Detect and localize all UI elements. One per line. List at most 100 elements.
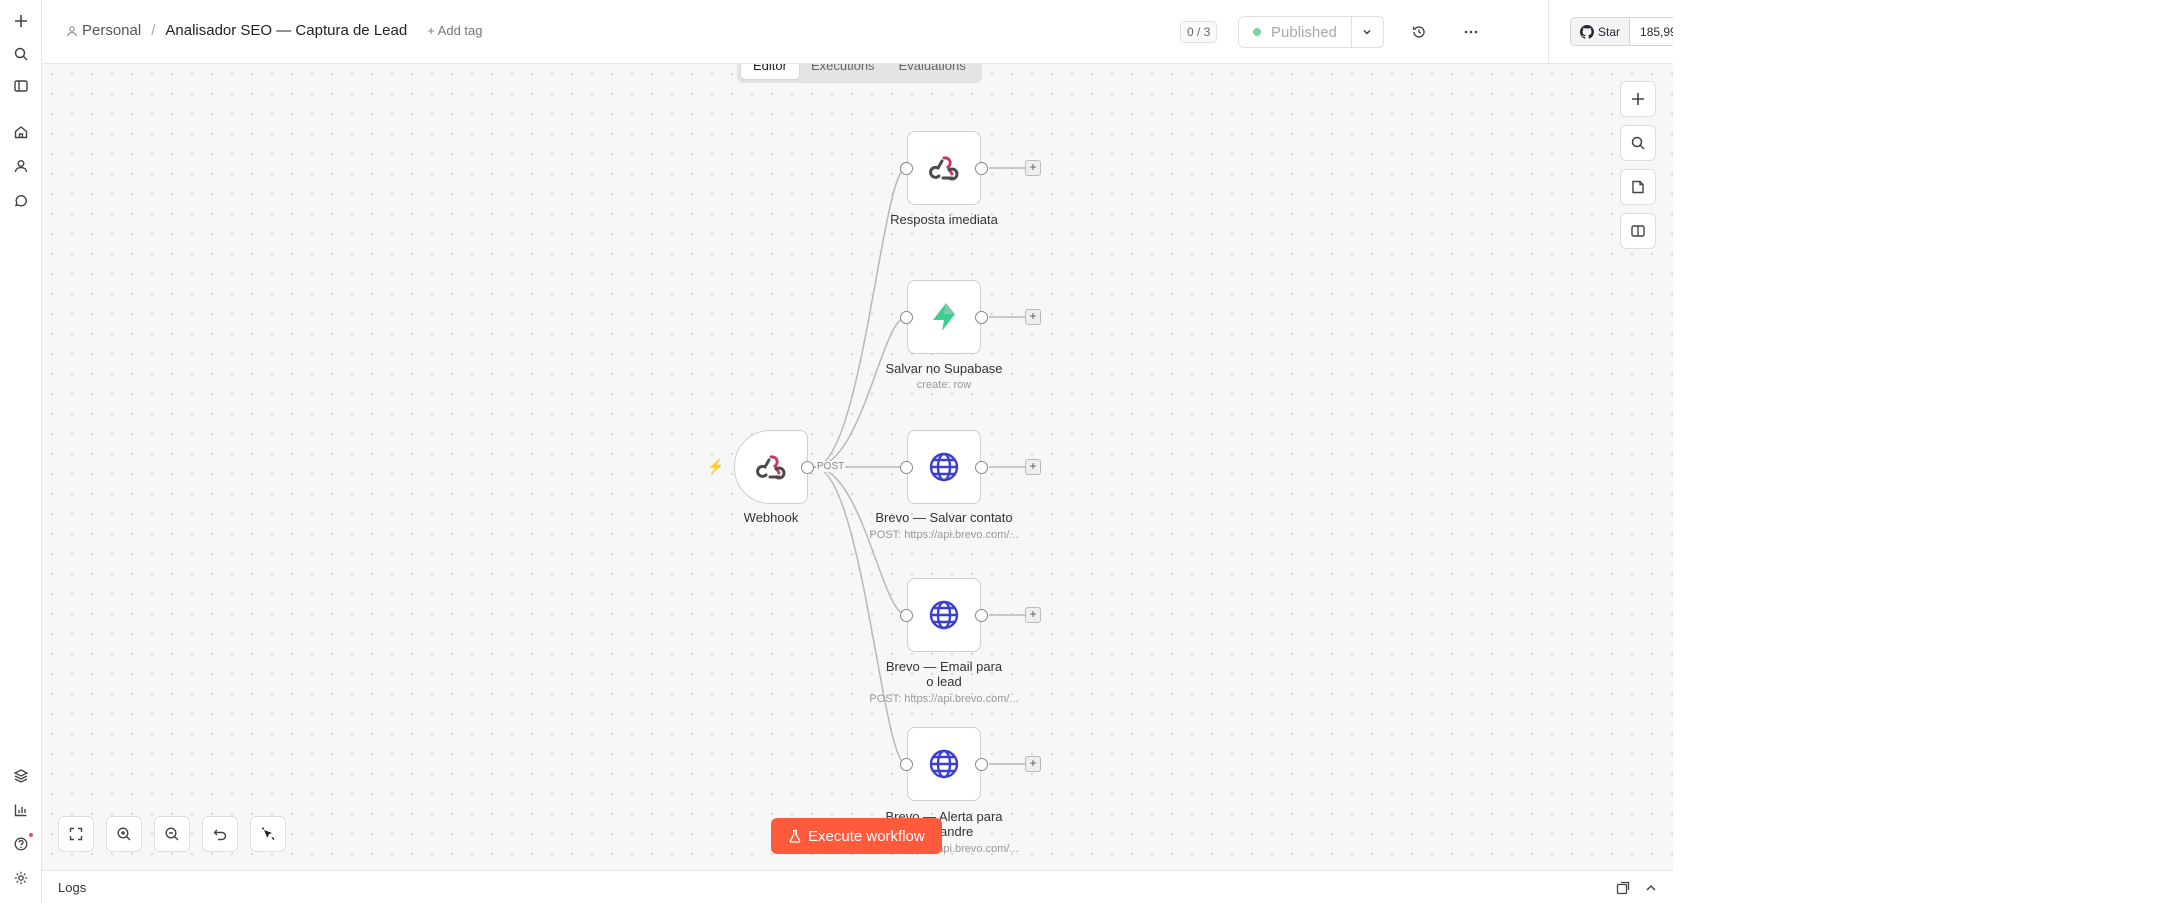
settings-icon[interactable] — [11, 868, 31, 888]
top-header: Personal / Analisador SEO — Captura de L… — [42, 0, 1695, 64]
node-subtitle-supabase: create: row — [916, 379, 972, 391]
input-port-brevo-contato[interactable] — [900, 461, 913, 474]
zoom-in-button[interactable] — [106, 816, 142, 852]
output-port-brevo-email[interactable] — [975, 609, 988, 622]
connection-label-post: POST — [816, 461, 846, 472]
zoom-out-button[interactable] — [154, 816, 190, 852]
add-node-button[interactable]: + — [1025, 756, 1041, 772]
undo-icon — [213, 829, 227, 841]
undo-button[interactable] — [202, 816, 238, 852]
connection-to-supabase — [813, 316, 907, 468]
github-icon — [1580, 24, 1594, 39]
input-port-brevo-email[interactable] — [900, 609, 913, 622]
node-subtitle-brevo-contato: POST: https://api.brevo.com/... — [869, 529, 1019, 541]
sticky-note-button[interactable] — [1620, 169, 1656, 205]
toggle-side-panel-button[interactable] — [1620, 213, 1656, 249]
add-node-button[interactable]: + — [1025, 309, 1041, 325]
add-node-panel-button[interactable] — [1620, 81, 1656, 117]
notification-dot — [29, 833, 33, 837]
chevron-up-icon[interactable] — [1643, 880, 1659, 896]
globe-icon — [929, 749, 959, 779]
workflow-title[interactable]: Analisador SEO — Captura de Lead — [165, 22, 407, 39]
node-webhook[interactable] — [734, 430, 808, 504]
node-label-brevo-email: Brevo — Email para o lead — [885, 659, 1003, 689]
node-salvar-supabase[interactable] — [907, 280, 981, 354]
logs-label: Logs — [58, 880, 87, 895]
chevron-down-icon — [1363, 29, 1371, 35]
sticky-note-icon — [1632, 180, 1644, 194]
node-resposta-imediata[interactable] — [907, 131, 981, 205]
node-subtitle-brevo-email: POST: https://api.brevo.com/... — [869, 693, 1019, 705]
publish-options-dropdown[interactable] — [1350, 17, 1383, 47]
cursor-mode-button[interactable] — [250, 816, 286, 852]
published-status-dot — [1253, 28, 1261, 36]
templates-icon[interactable] — [11, 766, 31, 786]
panel-icon — [1631, 225, 1645, 237]
github-star-label: Star — [1598, 24, 1621, 39]
add-node-button[interactable]: + — [1025, 607, 1041, 623]
flask-icon — [789, 829, 801, 843]
search-icon — [1631, 136, 1645, 150]
search-icon[interactable] — [11, 44, 31, 64]
input-port-brevo-alerta[interactable] — [900, 758, 913, 771]
input-port-supabase[interactable] — [900, 311, 913, 324]
logs-panel-bar[interactable]: Logs — [42, 870, 1673, 903]
node-label-webhook: Webhook — [743, 510, 799, 525]
workflow-canvas[interactable]: Editor Executions Evaluations ⚡ Webhook … — [42, 64, 1673, 870]
help-icon[interactable] — [11, 834, 31, 854]
fit-view-button[interactable] — [58, 816, 94, 852]
breadcrumb: Personal / Analisador SEO — Captura de L… — [66, 22, 483, 39]
publish-button[interactable]: Published — [1239, 17, 1351, 47]
panel-toggle-icon[interactable] — [11, 76, 31, 96]
popout-icon[interactable] — [1615, 880, 1631, 896]
header-divider — [1548, 0, 1549, 64]
home-icon[interactable] — [11, 122, 31, 142]
execute-workflow-label: Execute workflow — [808, 827, 925, 845]
fit-view-icon — [69, 827, 83, 841]
publish-label: Published — [1271, 23, 1337, 41]
publish-button-group: Published — [1238, 16, 1384, 48]
zoom-in-icon — [117, 827, 131, 841]
insights-icon[interactable] — [11, 800, 31, 820]
user-icon[interactable] — [11, 156, 31, 176]
execute-workflow-button[interactable]: Execute workflow — [771, 818, 942, 854]
workflow-counter-badge: 0 / 3 — [1180, 21, 1218, 43]
n8n-app: Personal / Analisador SEO — Captura de L… — [0, 0, 2174, 903]
add-node-button[interactable]: + — [1025, 459, 1041, 475]
left-sidebar — [0, 0, 42, 903]
node-label-resposta: Resposta imediata — [890, 212, 998, 227]
github-star-button[interactable]: Star — [1571, 18, 1631, 45]
search-nodes-button[interactable] — [1620, 125, 1656, 161]
node-label-supabase: Salvar no Supabase — [885, 361, 1003, 376]
output-port-webhook[interactable] — [801, 461, 814, 474]
supabase-icon — [933, 303, 955, 331]
connection-to-brevo-email — [813, 466, 907, 616]
plus-icon[interactable] — [11, 11, 31, 31]
globe-icon — [929, 452, 959, 482]
connections-layer — [813, 164, 1026, 768]
chat-icon[interactable] — [11, 191, 31, 211]
blank-right-area — [1673, 0, 2174, 903]
plus-icon — [1632, 93, 1644, 105]
globe-icon — [929, 600, 959, 630]
breadcrumb-project[interactable]: Personal — [82, 22, 141, 39]
zoom-out-icon — [165, 827, 179, 841]
add-tag-button[interactable]: + Add tag — [427, 23, 482, 38]
node-brevo-salvar-contato[interactable] — [907, 430, 981, 504]
output-port-supabase[interactable] — [975, 311, 988, 324]
output-port-resposta[interactable] — [975, 162, 988, 175]
add-node-button[interactable]: + — [1025, 160, 1041, 176]
input-port-resposta[interactable] — [900, 162, 913, 175]
node-brevo-alerta[interactable] — [907, 727, 981, 801]
more-options-icon[interactable] — [1461, 22, 1481, 42]
webhook-icon — [929, 156, 959, 181]
person-icon — [67, 25, 77, 36]
output-port-brevo-alerta[interactable] — [975, 758, 988, 771]
breadcrumb-separator: / — [151, 22, 156, 39]
node-brevo-email-lead[interactable] — [907, 578, 981, 652]
cursor-sparkle-icon — [262, 827, 275, 840]
output-port-brevo-contato[interactable] — [975, 461, 988, 474]
webhook-icon — [756, 455, 786, 480]
node-label-brevo-contato: Brevo — Salvar contato — [875, 510, 1013, 525]
history-icon[interactable] — [1409, 22, 1429, 42]
